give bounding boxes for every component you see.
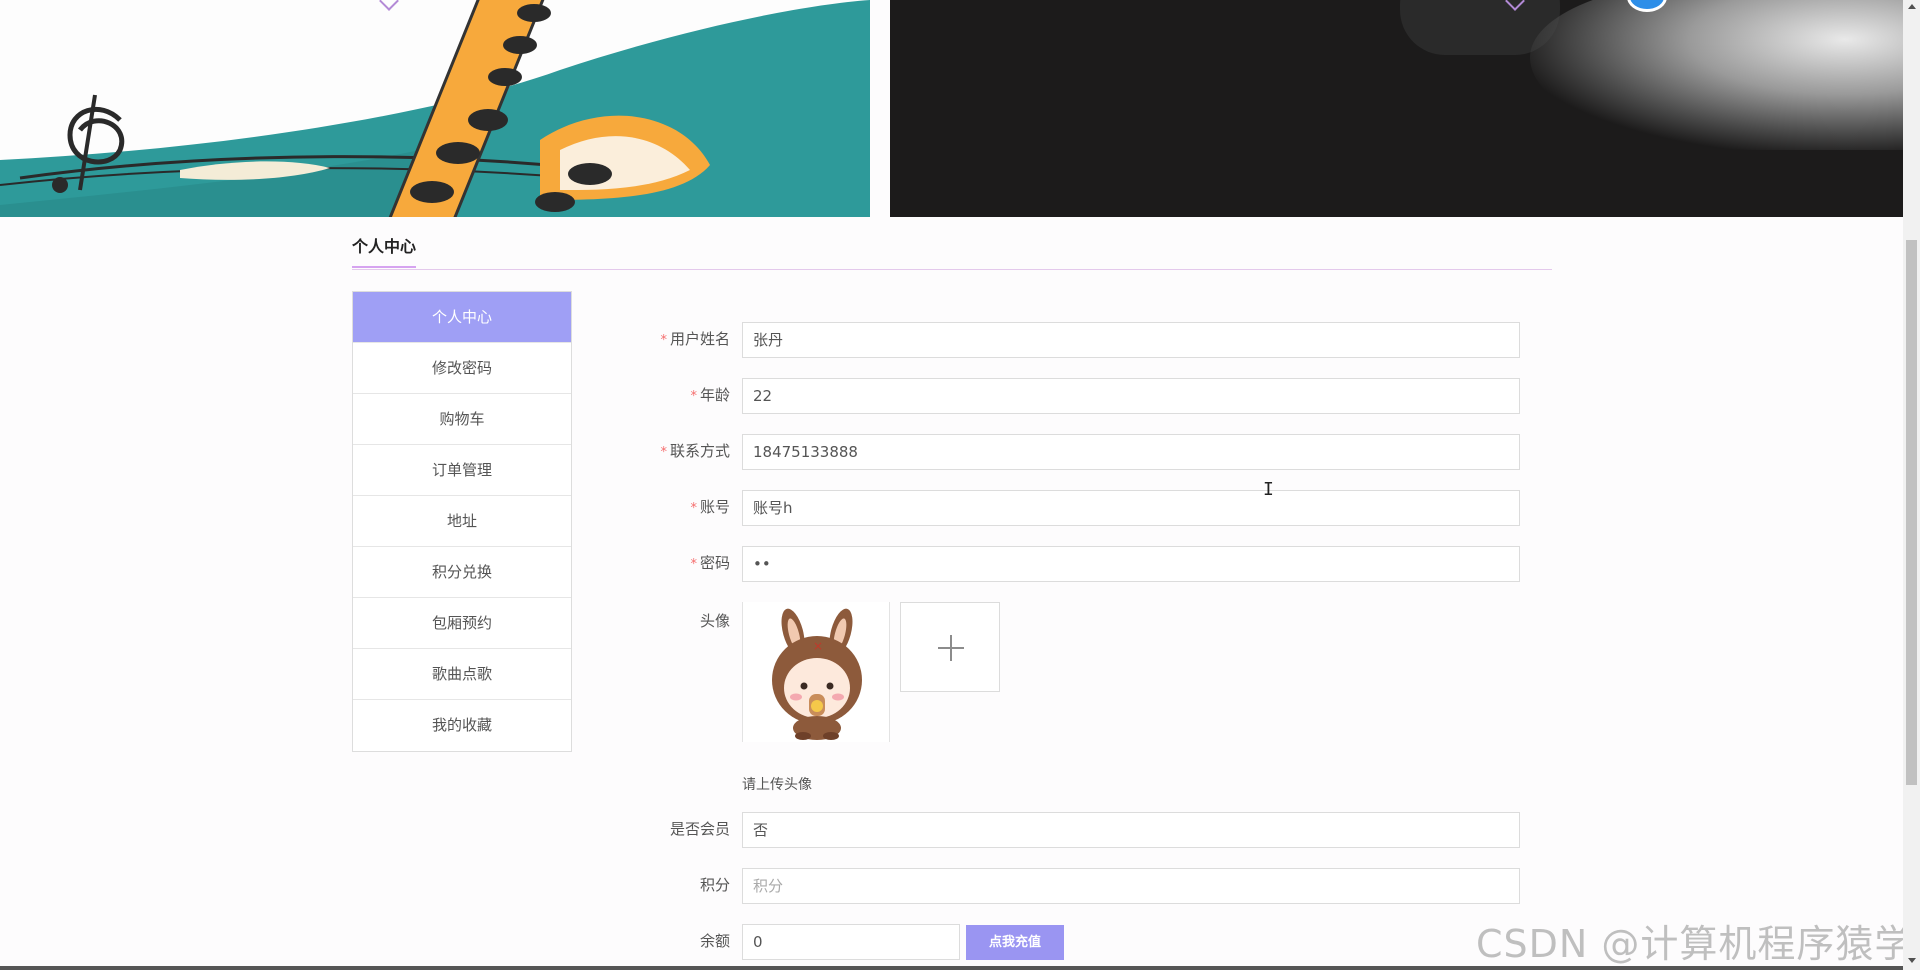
account-row: * 账号 账号h [600, 488, 1530, 526]
age-row: * 年龄 22 [600, 376, 1530, 414]
points-label: 积分 [699, 876, 730, 894]
avatar-label: 头像 [699, 612, 730, 630]
avatar-upload-button[interactable] [900, 602, 1000, 692]
sidebar-item-orders[interactable]: 订单管理 [353, 445, 571, 496]
required-mark: * [690, 501, 697, 516]
music-illustration [0, 0, 870, 217]
banner-gap [870, 0, 890, 217]
sidebar-item-song-request[interactable]: 歌曲点歌 [353, 649, 571, 700]
horizontal-scrollbar[interactable] [0, 966, 1903, 970]
phone-row: * 联系方式 18475133888 [600, 432, 1530, 470]
section-header: 个人中心 [352, 236, 1552, 270]
account-input[interactable]: 账号h [742, 490, 1520, 526]
sidebar-item-room-booking[interactable]: 包厢预约 [353, 598, 571, 649]
member-label: 是否会员 [669, 820, 730, 838]
banner-texture [1530, 0, 1903, 150]
sidebar-item-favorites[interactable]: 我的收藏 [353, 700, 571, 751]
avatar-image: × [772, 608, 862, 740]
scrollbar-thumb[interactable] [1906, 240, 1917, 785]
balance-row: 余额 0 点我充值 [600, 922, 1530, 960]
required-mark: * [690, 557, 697, 572]
required-mark: * [660, 445, 667, 460]
balance-label: 余额 [699, 932, 730, 950]
password-row: * 密码 •• [600, 544, 1530, 582]
sidebar-item-change-password[interactable]: 修改密码 [353, 343, 571, 394]
username-label: * 用户姓名 [660, 330, 730, 348]
recharge-button[interactable]: 点我充值 [966, 925, 1064, 960]
sidebar-item-points-exchange[interactable]: 积分兑换 [353, 547, 571, 598]
avatar-row: 头像 × [600, 602, 1530, 742]
avatar-preview[interactable]: × [742, 602, 890, 742]
phone-label: * 联系方式 [660, 442, 730, 460]
required-mark: * [660, 333, 667, 348]
password-label: * 密码 [690, 554, 730, 572]
username-row: * 用户姓名 张丹 [600, 320, 1530, 358]
text-cursor-icon: I [1263, 479, 1274, 500]
password-input[interactable]: •• [742, 546, 1520, 582]
banner-slide-music [0, 0, 870, 217]
sidebar-item-cart[interactable]: 购物车 [353, 394, 571, 445]
avatar-hint: 请上传头像 [742, 777, 812, 793]
sidebar-item-profile[interactable]: 个人中心 [353, 292, 571, 343]
scroll-up-icon[interactable] [1908, 4, 1916, 9]
watermark: CSDN @计算机程序猿学长 [1476, 922, 1920, 966]
username-input[interactable]: 张丹 [742, 322, 1520, 358]
points-row: 积分 积分 [600, 866, 1530, 904]
age-input[interactable]: 22 [742, 378, 1520, 414]
points-input[interactable]: 积分 [742, 868, 1520, 904]
member-row: 是否会员 否 [600, 810, 1530, 848]
sidebar-item-address[interactable]: 地址 [353, 496, 571, 547]
sidebar-menu: 个人中心 修改密码 购物车 订单管理 地址 积分兑换 包厢预约 歌曲点歌 我的收… [352, 291, 572, 752]
required-mark: * [690, 389, 697, 404]
svg-text:×: × [813, 639, 823, 653]
balance-input[interactable]: 0 [742, 924, 960, 960]
scroll-down-icon[interactable] [1908, 958, 1916, 963]
phone-input[interactable]: 18475133888 [742, 434, 1520, 470]
vertical-scrollbar[interactable] [1903, 0, 1920, 970]
member-input[interactable]: 否 [742, 812, 1520, 848]
page-title: 个人中心 [352, 236, 417, 268]
account-label: * 账号 [690, 498, 730, 516]
banner-slide-dark [890, 0, 1903, 217]
age-label: * 年龄 [690, 386, 730, 404]
banner-carousel[interactable] [0, 0, 1920, 217]
